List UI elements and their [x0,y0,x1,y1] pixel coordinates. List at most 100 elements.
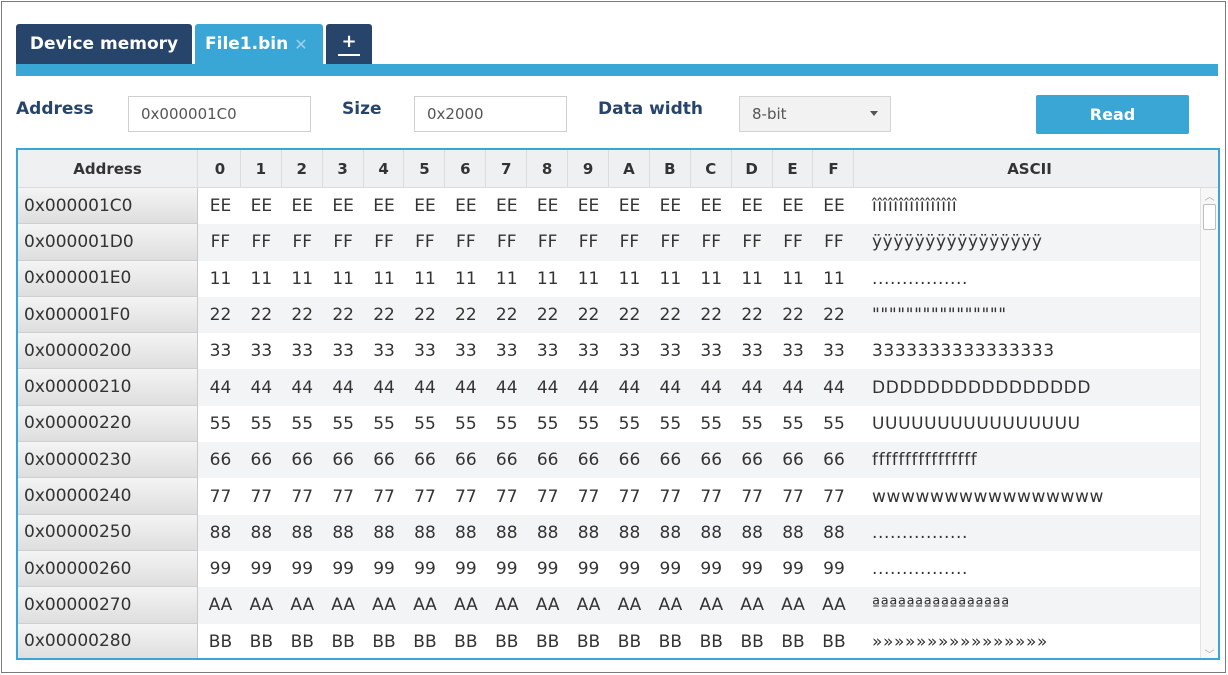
byte-cell[interactable]: FF [568,224,609,260]
byte-cell[interactable]: 44 [364,369,405,405]
byte-cell[interactable]: 77 [364,478,405,514]
byte-cell[interactable]: BB [405,624,446,658]
byte-cell[interactable]: FF [445,224,486,260]
byte-cell[interactable]: 11 [323,261,364,297]
byte-cell[interactable]: AA [241,587,282,623]
byte-cell[interactable]: 99 [200,551,241,587]
byte-cell[interactable]: 22 [814,297,855,333]
byte-cell[interactable]: 11 [732,261,773,297]
byte-cell[interactable]: 11 [200,261,241,297]
byte-cell[interactable]: 88 [486,515,527,551]
byte-cell[interactable]: 66 [527,442,568,478]
byte-cell[interactable]: FF [650,224,691,260]
byte-cell[interactable]: AA [609,587,650,623]
table-row[interactable]: 0x00000210 44 44 44 44 44 44 44 44 44 44 44 44 44 44 44… [18,369,1204,406]
scroll-down-icon[interactable]: ﹀ [1201,646,1218,659]
byte-cell[interactable]: EE [445,188,486,224]
byte-cell[interactable]: 88 [527,515,568,551]
byte-cell[interactable]: 11 [364,261,405,297]
byte-cell[interactable]: 33 [405,333,446,369]
byte-cell[interactable]: 22 [323,297,364,333]
tab-device-memory[interactable]: Device memory [16,24,192,64]
byte-cell[interactable]: 77 [773,478,814,514]
byte-cell[interactable]: 66 [691,442,732,478]
byte-cell[interactable]: 11 [609,261,650,297]
byte-cell[interactable]: FF [282,224,323,260]
byte-cell[interactable]: 66 [568,442,609,478]
header-ascii[interactable]: ASCII [855,150,1204,188]
byte-cell[interactable]: 22 [568,297,609,333]
byte-cell[interactable]: 33 [609,333,650,369]
table-row[interactable]: 0x00000220 55 55 55 55 55 55 55 55 55 55 55 55 55 55 55… [18,405,1204,443]
table-row[interactable]: 0x00000240 77 77 77 77 77 77 77 77 77 77 77 77 77 77 77… [18,478,1204,515]
byte-cell[interactable]: 44 [282,369,323,405]
close-icon[interactable]: ✕ [294,35,307,54]
byte-cell[interactable]: AA [200,587,241,623]
byte-cell[interactable]: BB [773,624,814,658]
byte-cell[interactable]: 66 [200,442,241,478]
byte-cell[interactable]: 33 [650,333,691,369]
byte-cell[interactable]: BB [609,624,650,658]
byte-cell[interactable]: 99 [486,551,527,587]
byte-cell[interactable]: 99 [282,551,323,587]
byte-cell[interactable]: 66 [650,442,691,478]
table-row[interactable]: 0x000001E0 11 11 11 11 11 11 11 11 11 11 11 11 11 11 11… [18,260,1204,297]
byte-cell[interactable]: 55 [527,406,568,442]
byte-cell[interactable]: 11 [282,261,323,297]
byte-cell[interactable]: EE [568,188,609,224]
byte-cell[interactable]: 77 [650,478,691,514]
table-row[interactable]: 0x000001F0 22 22 22 22 22 22 22 22 22 22 22 22 22 22 22… [18,296,1204,334]
byte-cell[interactable]: FF [323,224,364,260]
byte-cell[interactable]: 44 [200,369,241,405]
byte-cell[interactable]: EE [773,188,814,224]
byte-cell[interactable]: 99 [814,551,855,587]
byte-cell[interactable]: FF [241,224,282,260]
table-row[interactable]: 0x000001C0 EE EE EE EE EE EE EE EE EE EE EE EE EE EE EE… [18,188,1204,225]
byte-cell[interactable]: 77 [405,478,446,514]
byte-cell[interactable]: 44 [486,369,527,405]
byte-cell[interactable]: 88 [814,515,855,551]
byte-cell[interactable]: 33 [814,333,855,369]
byte-cell[interactable]: 77 [445,478,486,514]
byte-cell[interactable]: 66 [282,442,323,478]
byte-cell[interactable]: EE [527,188,568,224]
byte-cell[interactable]: 22 [445,297,486,333]
byte-cell[interactable]: EE [814,188,855,224]
byte-cell[interactable]: 22 [609,297,650,333]
byte-cell[interactable]: 99 [691,551,732,587]
byte-cell[interactable]: FF [364,224,405,260]
byte-cell[interactable]: 66 [445,442,486,478]
byte-cell[interactable]: 99 [773,551,814,587]
table-row[interactable]: 0x00000230 66 66 66 66 66 66 66 66 66 66 66 66 66 66 66… [18,442,1204,479]
byte-cell[interactable]: 44 [445,369,486,405]
byte-cell[interactable]: 55 [691,406,732,442]
byte-cell[interactable]: BB [445,624,486,658]
byte-cell[interactable]: BB [527,624,568,658]
address-input[interactable]: 0x000001C0 [128,96,311,132]
byte-cell[interactable]: 66 [773,442,814,478]
byte-cell[interactable]: AA [527,587,568,623]
byte-cell[interactable]: 11 [445,261,486,297]
byte-cell[interactable]: 33 [527,333,568,369]
byte-cell[interactable]: FF [609,224,650,260]
byte-cell[interactable]: 88 [364,515,405,551]
byte-cell[interactable]: 55 [323,406,364,442]
byte-cell[interactable]: 11 [527,261,568,297]
byte-cell[interactable]: 55 [486,406,527,442]
byte-cell[interactable]: 77 [282,478,323,514]
byte-cell[interactable]: 77 [568,478,609,514]
byte-cell[interactable]: 11 [405,261,446,297]
byte-cell[interactable]: 33 [691,333,732,369]
byte-cell[interactable]: 11 [241,261,282,297]
byte-cell[interactable]: 11 [568,261,609,297]
byte-cell[interactable]: 66 [364,442,405,478]
byte-cell[interactable]: EE [323,188,364,224]
byte-cell[interactable]: 55 [241,406,282,442]
byte-cell[interactable]: 99 [364,551,405,587]
byte-cell[interactable]: 55 [445,406,486,442]
byte-cell[interactable]: 66 [323,442,364,478]
byte-cell[interactable]: 44 [527,369,568,405]
add-tab-button[interactable]: + [326,24,372,64]
byte-cell[interactable]: FF [691,224,732,260]
byte-cell[interactable]: BB [732,624,773,658]
